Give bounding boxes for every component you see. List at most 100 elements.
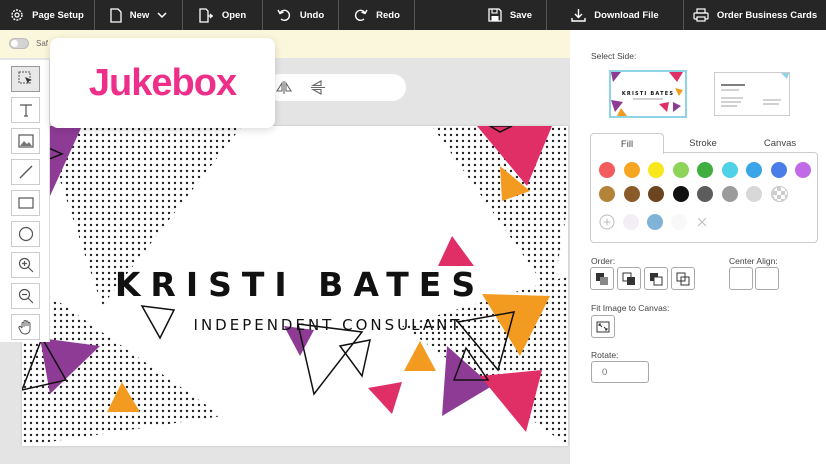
- back-thumbnail-art: [721, 73, 789, 107]
- order-label: Order:: [591, 256, 616, 266]
- order-business-cards-label: Order Business Cards: [716, 9, 818, 21]
- color-swatch[interactable]: [697, 162, 713, 178]
- save-button[interactable]: Save: [415, 0, 547, 30]
- send-to-back-button[interactable]: [671, 267, 695, 290]
- flip-horizontal-icon[interactable]: [276, 80, 292, 95]
- pan-tool[interactable]: [11, 314, 40, 340]
- cursor-icon: [18, 71, 32, 84]
- pink-triangle: [368, 382, 402, 414]
- back-side-thumbnail[interactable]: [714, 72, 790, 116]
- color-swatch[interactable]: [721, 186, 738, 202]
- zoom-out-icon: [18, 288, 33, 304]
- color-swatch[interactable]: [648, 186, 664, 202]
- front-side-thumbnail[interactable]: KRISTI BATES: [609, 70, 687, 118]
- zoom-in-tool[interactable]: [11, 252, 40, 278]
- rotate-input[interactable]: [591, 361, 649, 383]
- properties-panel: Select Side: KRISTI BATES Fill Stroke Ca…: [570, 30, 826, 464]
- printer-icon: [693, 8, 709, 22]
- color-swatch[interactable]: [623, 186, 640, 202]
- text-tool[interactable]: [11, 97, 40, 123]
- hand-icon: [17, 320, 30, 335]
- undo-icon: [277, 9, 290, 22]
- send-to-back-icon: [676, 272, 690, 285]
- line-icon: [19, 165, 32, 179]
- flip-vertical-icon[interactable]: [310, 80, 326, 95]
- custom-color-swatch[interactable]: [671, 214, 687, 230]
- pink-triangle: [480, 370, 542, 432]
- undo-button[interactable]: Undo: [263, 0, 339, 30]
- save-label: Save: [509, 9, 532, 21]
- order-business-cards-button[interactable]: Order Business Cards: [684, 0, 826, 30]
- color-swatch[interactable]: [746, 162, 762, 178]
- custom-color-swatch[interactable]: [623, 214, 639, 230]
- front-thumbnail-art: KRISTI BATES: [611, 72, 683, 116]
- color-swatch[interactable]: [746, 186, 762, 202]
- line-tool[interactable]: [11, 159, 40, 185]
- color-swatch[interactable]: [672, 162, 689, 178]
- download-icon: [571, 9, 586, 22]
- gear-icon: [11, 9, 23, 21]
- bring-forward-button[interactable]: [617, 267, 641, 290]
- select-tool[interactable]: [11, 66, 40, 92]
- jukebox-logo: Jukebox: [88, 61, 237, 104]
- redo-button[interactable]: Redo: [339, 0, 415, 30]
- bring-to-front-button[interactable]: [590, 267, 614, 290]
- transparent-swatch[interactable]: [772, 186, 788, 202]
- color-swatch[interactable]: [623, 162, 640, 178]
- tab-stroke[interactable]: Stroke: [666, 133, 740, 153]
- fit-image-button[interactable]: [591, 315, 615, 338]
- safe-zone-label: Saf: [36, 39, 49, 48]
- open-button[interactable]: Open: [183, 0, 263, 30]
- color-swatch-grid: [590, 152, 818, 243]
- color-swatch[interactable]: [697, 186, 713, 202]
- main-toolbar: Page Setup New Open Undo Redo Save Downl…: [0, 0, 826, 30]
- tab-canvas[interactable]: Canvas: [742, 133, 818, 153]
- rotate-label: Rotate:: [591, 350, 619, 360]
- color-swatch[interactable]: [770, 162, 787, 178]
- jukebox-logo-card: Jukebox: [50, 38, 275, 128]
- download-file-button[interactable]: Download File: [547, 0, 684, 30]
- safe-zone-toggle[interactable]: [9, 38, 29, 49]
- custom-color-swatch[interactable]: [647, 214, 663, 230]
- front-thumbnail-name: KRISTI BATES: [622, 91, 674, 97]
- card-canvas[interactable]: KRISTI BATES INDEPENDENT CONSULANT: [22, 126, 568, 446]
- card-title-text: INDEPENDENT CONSULANT: [194, 316, 463, 334]
- fit-canvas-icon: [596, 321, 610, 332]
- bring-forward-icon: [622, 272, 635, 285]
- object-toolbar: [266, 74, 406, 101]
- color-swatch[interactable]: [672, 186, 689, 202]
- pink-triangle: [438, 236, 474, 266]
- tool-column: [0, 60, 50, 342]
- color-swatch[interactable]: [599, 162, 615, 178]
- page-setup-button[interactable]: Page Setup: [0, 0, 95, 30]
- center-horizontal-button[interactable]: [729, 267, 753, 290]
- color-swatch[interactable]: [599, 186, 615, 202]
- send-backward-button[interactable]: [644, 267, 668, 290]
- remove-color-icon[interactable]: [697, 217, 707, 227]
- new-file-icon: [110, 7, 122, 23]
- text-icon: [19, 104, 32, 117]
- zoom-in-icon: [18, 257, 33, 273]
- center-align-label: Center Align:: [729, 256, 778, 266]
- color-swatch[interactable]: [648, 162, 664, 178]
- image-icon: [17, 134, 34, 148]
- color-swatch[interactable]: [795, 162, 811, 178]
- open-file-icon: [199, 7, 213, 23]
- color-swatch[interactable]: [721, 162, 738, 178]
- color-tabs: Fill Stroke Canvas: [590, 133, 818, 154]
- undo-label: Undo: [299, 9, 325, 21]
- image-tool[interactable]: [11, 128, 40, 154]
- redo-label: Redo: [376, 9, 400, 21]
- outline-triangle: [140, 305, 176, 340]
- select-side-label: Select Side:: [591, 51, 637, 61]
- circle-icon: [18, 226, 33, 242]
- circle-tool[interactable]: [11, 221, 40, 247]
- zoom-out-tool[interactable]: [11, 283, 40, 309]
- card-name-text: KRISTI BATES: [115, 265, 485, 304]
- add-color-icon[interactable]: [599, 214, 615, 230]
- new-button[interactable]: New: [95, 0, 183, 30]
- card-artwork: KRISTI BATES INDEPENDENT CONSULANT: [22, 126, 568, 446]
- rectangle-tool[interactable]: [11, 190, 40, 216]
- center-vertical-button[interactable]: [755, 267, 779, 290]
- tab-fill[interactable]: Fill: [590, 133, 664, 154]
